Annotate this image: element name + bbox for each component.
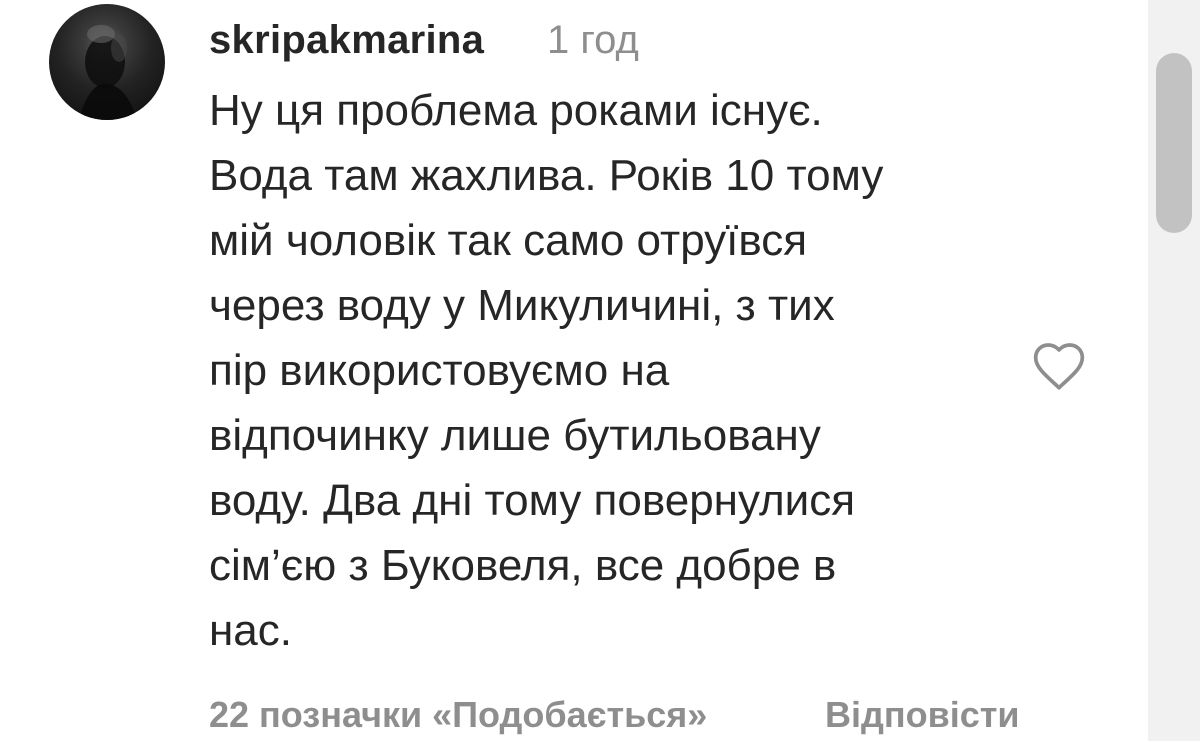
avatar-image xyxy=(79,25,137,120)
comment-text-line: Ну ця проблема роками існує. xyxy=(209,86,823,135)
comment-text: Ну ця проблема роками існує. Вода там жа… xyxy=(209,78,999,663)
like-comment-button[interactable] xyxy=(1031,340,1087,392)
scrollbar-thumb[interactable] xyxy=(1156,53,1192,233)
comment-text-line: мій чоловік так само отруївся xyxy=(209,216,808,265)
comment-view: skripakmarina 1 год Ну ця проблема рокам… xyxy=(0,0,1200,741)
comment-username[interactable]: skripakmarina xyxy=(209,16,484,64)
user-avatar[interactable] xyxy=(49,4,165,120)
likes-count-link[interactable]: 22 позначки «Подобається» xyxy=(209,692,707,738)
comment-text-line: нас. xyxy=(209,606,292,655)
comment-text-line: Вода там жахлива. Років 10 тому xyxy=(209,151,884,200)
comment-text-line: відпочинку лише бутильовану xyxy=(209,411,821,460)
comment-timestamp[interactable]: 1 год xyxy=(547,16,639,64)
comment-text-line: воду. Два дні тому повернулися xyxy=(209,476,856,525)
heart-outline-icon xyxy=(1033,343,1085,390)
comment-text-line: через воду у Микуличині, з тих xyxy=(209,281,835,330)
comment-text-line: сім’єю з Буковеля, все добре в xyxy=(209,541,837,590)
comment-text-line: пір використовуємо на xyxy=(209,346,670,395)
reply-button[interactable]: Відповісти xyxy=(825,692,1020,738)
